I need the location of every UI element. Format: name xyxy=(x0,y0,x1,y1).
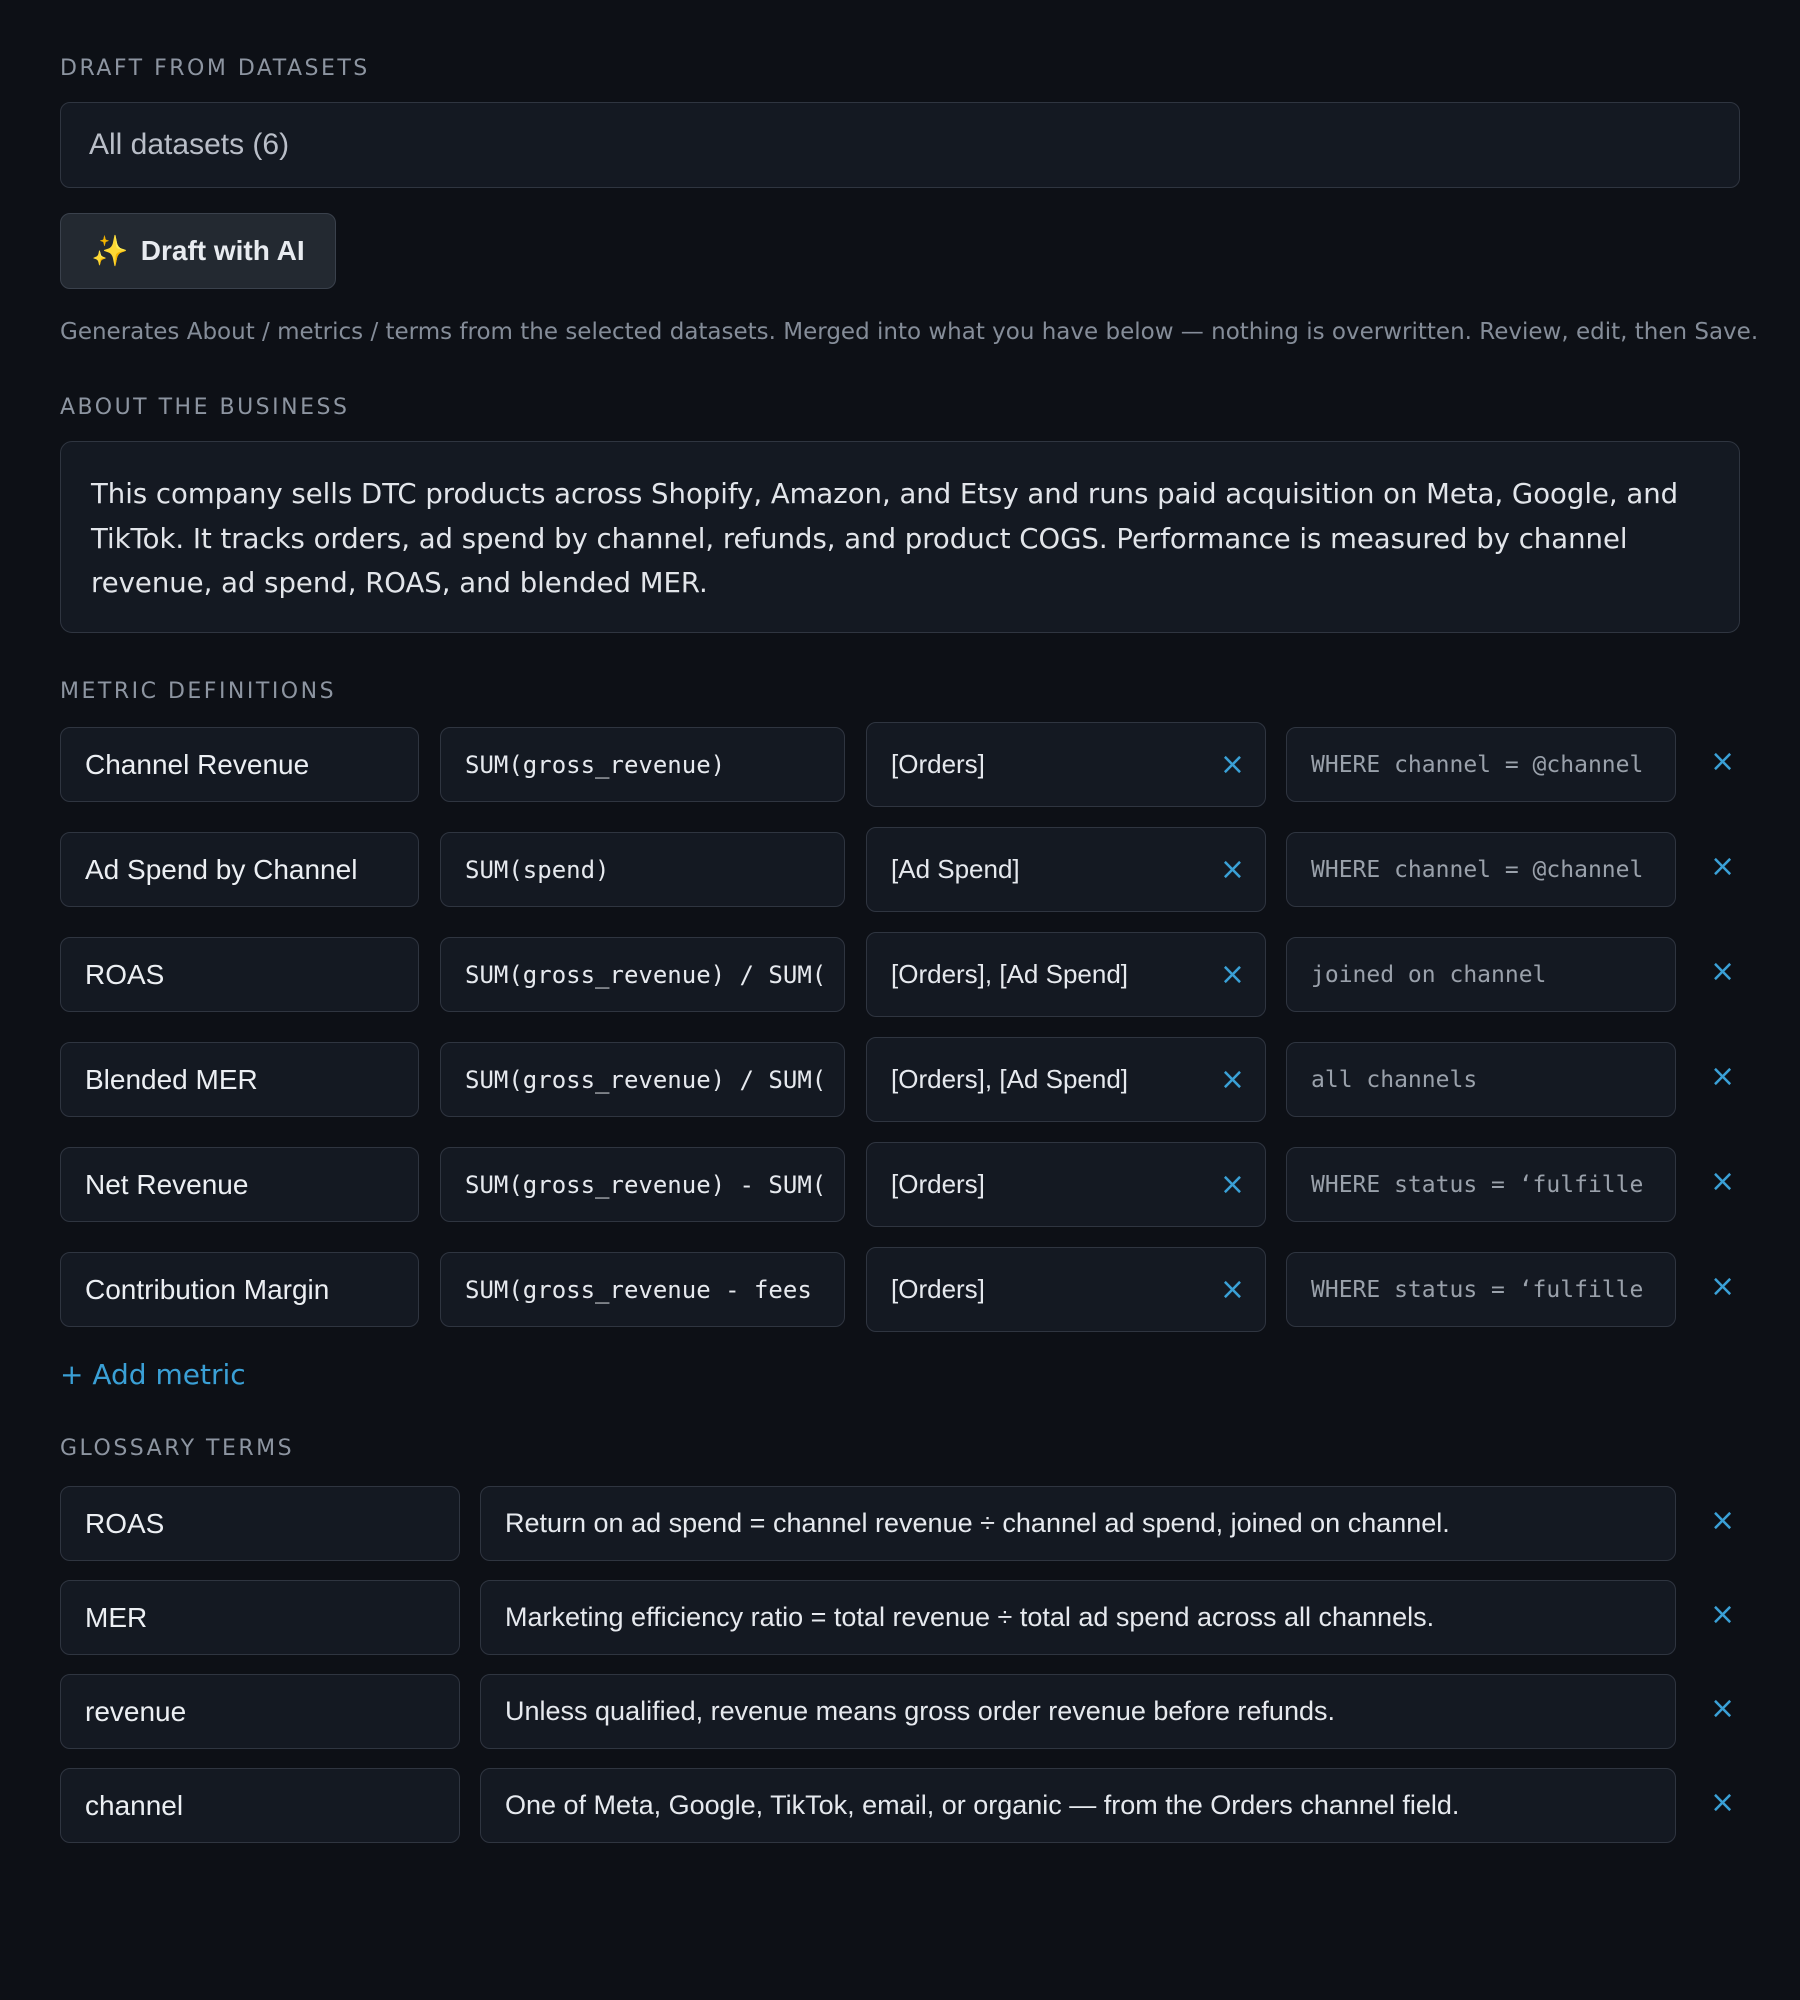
metric-name-input[interactable]: Contribution Margin xyxy=(60,1252,419,1327)
metric-datasets-value: [Orders] xyxy=(891,1274,985,1304)
glossary-term-input[interactable]: revenue xyxy=(60,1674,460,1749)
remove-term-icon[interactable]: × xyxy=(1710,1506,1735,1536)
glossary-term-input[interactable]: MER xyxy=(60,1580,460,1655)
metric-expression-input[interactable]: SUM(gross_revenue) - SUM( xyxy=(440,1147,845,1222)
metric-row: ROAS SUM(gross_revenue) / SUM( [Orders],… xyxy=(60,932,1740,1042)
metric-filter-input[interactable]: WHERE channel = @channel xyxy=(1286,727,1676,802)
metric-datasets-select[interactable]: [Orders] × xyxy=(866,1247,1266,1332)
clear-datasets-icon[interactable]: × xyxy=(1220,1274,1245,1305)
metric-expression-input[interactable]: SUM(gross_revenue) / SUM( xyxy=(440,937,845,1012)
clear-datasets-icon[interactable]: × xyxy=(1220,1064,1245,1095)
metric-name-input[interactable]: Channel Revenue xyxy=(60,727,419,802)
business-context-editor: DRAFT FROM DATASETS All datasets (6) ✨ D… xyxy=(0,0,1800,1862)
glossary-term-input[interactable]: channel xyxy=(60,1768,460,1843)
clear-datasets-icon[interactable]: × xyxy=(1220,854,1245,885)
remove-term-icon[interactable]: × xyxy=(1710,1694,1735,1724)
remove-metric-icon[interactable]: × xyxy=(1710,1062,1735,1092)
remove-term-icon[interactable]: × xyxy=(1710,1600,1735,1630)
glossary-definition-input[interactable]: One of Meta, Google, TikTok, email, or o… xyxy=(480,1768,1676,1843)
metric-datasets-value: [Orders], [Ad Spend] xyxy=(891,1064,1129,1094)
glossary-term-input[interactable]: ROAS xyxy=(60,1486,460,1561)
metric-filter-input[interactable]: all channels xyxy=(1286,1042,1676,1117)
metric-datasets-select[interactable]: [Ad Spend] × xyxy=(866,827,1266,912)
metric-datasets-select[interactable]: [Orders], [Ad Spend] × xyxy=(866,1037,1266,1122)
glossary-section-label: GLOSSARY TERMS xyxy=(60,1436,295,1461)
glossary-definition-input[interactable]: Unless qualified, revenue means gross or… xyxy=(480,1674,1676,1749)
metric-list: Channel Revenue SUM(gross_revenue) [Orde… xyxy=(60,722,1740,1357)
metrics-section-label: METRIC DEFINITIONS xyxy=(60,679,337,704)
metric-expression-input[interactable]: SUM(gross_revenue) xyxy=(440,727,845,802)
metric-datasets-select[interactable]: [Orders] × xyxy=(866,722,1266,807)
metric-row: Ad Spend by Channel SUM(spend) [Ad Spend… xyxy=(60,827,1740,937)
metric-expression-input[interactable]: SUM(gross_revenue) / SUM( xyxy=(440,1042,845,1117)
metric-row: Net Revenue SUM(gross_revenue) - SUM( [O… xyxy=(60,1142,1740,1252)
glossary-row: revenue Unless qualified, revenue means … xyxy=(60,1674,1740,1768)
metric-name-input[interactable]: Net Revenue xyxy=(60,1147,419,1222)
clear-datasets-icon[interactable]: × xyxy=(1220,749,1245,780)
glossary-row: MER Marketing efficiency ratio = total r… xyxy=(60,1580,1740,1674)
metric-row: Contribution Margin SUM(gross_revenue - … xyxy=(60,1247,1740,1357)
metric-filter-input[interactable]: WHERE status = ‘fulfille xyxy=(1286,1252,1676,1327)
metric-filter-input[interactable]: WHERE channel = @channel xyxy=(1286,832,1676,907)
metric-row: Blended MER SUM(gross_revenue) / SUM( [O… xyxy=(60,1037,1740,1147)
metric-datasets-value: [Orders] xyxy=(891,749,985,779)
draft-with-ai-button[interactable]: ✨ Draft with AI xyxy=(60,213,336,289)
metric-datasets-value: [Orders] xyxy=(891,1169,985,1199)
remove-metric-icon[interactable]: × xyxy=(1710,747,1735,777)
remove-metric-icon[interactable]: × xyxy=(1710,957,1735,987)
glossary-row: channel One of Meta, Google, TikTok, ema… xyxy=(60,1768,1740,1862)
clear-datasets-icon[interactable]: × xyxy=(1220,1169,1245,1200)
metric-datasets-select[interactable]: [Orders], [Ad Spend] × xyxy=(866,932,1266,1017)
metric-name-input[interactable]: Ad Spend by Channel xyxy=(60,832,419,907)
metric-datasets-select[interactable]: [Orders] × xyxy=(866,1142,1266,1227)
about-section-label: ABOUT THE BUSINESS xyxy=(60,395,350,420)
glossary-row: ROAS Return on ad spend = channel revenu… xyxy=(60,1486,1740,1580)
metric-datasets-value: [Ad Spend] xyxy=(891,854,1020,884)
metric-filter-input[interactable]: WHERE status = ‘fulfille xyxy=(1286,1147,1676,1222)
remove-metric-icon[interactable]: × xyxy=(1710,852,1735,882)
metric-expression-input[interactable]: SUM(spend) xyxy=(440,832,845,907)
glossary-definition-input[interactable]: Return on ad spend = channel revenue ÷ c… xyxy=(480,1486,1676,1561)
metric-row: Channel Revenue SUM(gross_revenue) [Orde… xyxy=(60,722,1740,832)
metric-name-input[interactable]: ROAS xyxy=(60,937,419,1012)
glossary-definition-input[interactable]: Marketing efficiency ratio = total reven… xyxy=(480,1580,1676,1655)
remove-metric-icon[interactable]: × xyxy=(1710,1167,1735,1197)
metric-expression-input[interactable]: SUM(gross_revenue - fees xyxy=(440,1252,845,1327)
metric-name-input[interactable]: Blended MER xyxy=(60,1042,419,1117)
metric-filter-input[interactable]: joined on channel xyxy=(1286,937,1676,1012)
remove-term-icon[interactable]: × xyxy=(1710,1788,1735,1818)
metric-datasets-value: [Orders], [Ad Spend] xyxy=(891,959,1129,989)
draft-helper-text: Generates About / metrics / terms from t… xyxy=(60,319,1759,345)
about-textarea[interactable]: This company sells DTC products across S… xyxy=(60,441,1740,633)
draft-with-ai-label: Draft with AI xyxy=(140,235,305,266)
sparkles-icon: ✨ xyxy=(91,234,129,268)
glossary-list: ROAS Return on ad spend = channel revenu… xyxy=(60,1486,1740,1862)
add-metric-button[interactable]: + Add metric xyxy=(60,1355,246,1395)
dataset-select[interactable]: All datasets (6) xyxy=(60,102,1740,188)
draft-section-label: DRAFT FROM DATASETS xyxy=(60,56,370,81)
remove-metric-icon[interactable]: × xyxy=(1710,1272,1735,1302)
clear-datasets-icon[interactable]: × xyxy=(1220,959,1245,990)
